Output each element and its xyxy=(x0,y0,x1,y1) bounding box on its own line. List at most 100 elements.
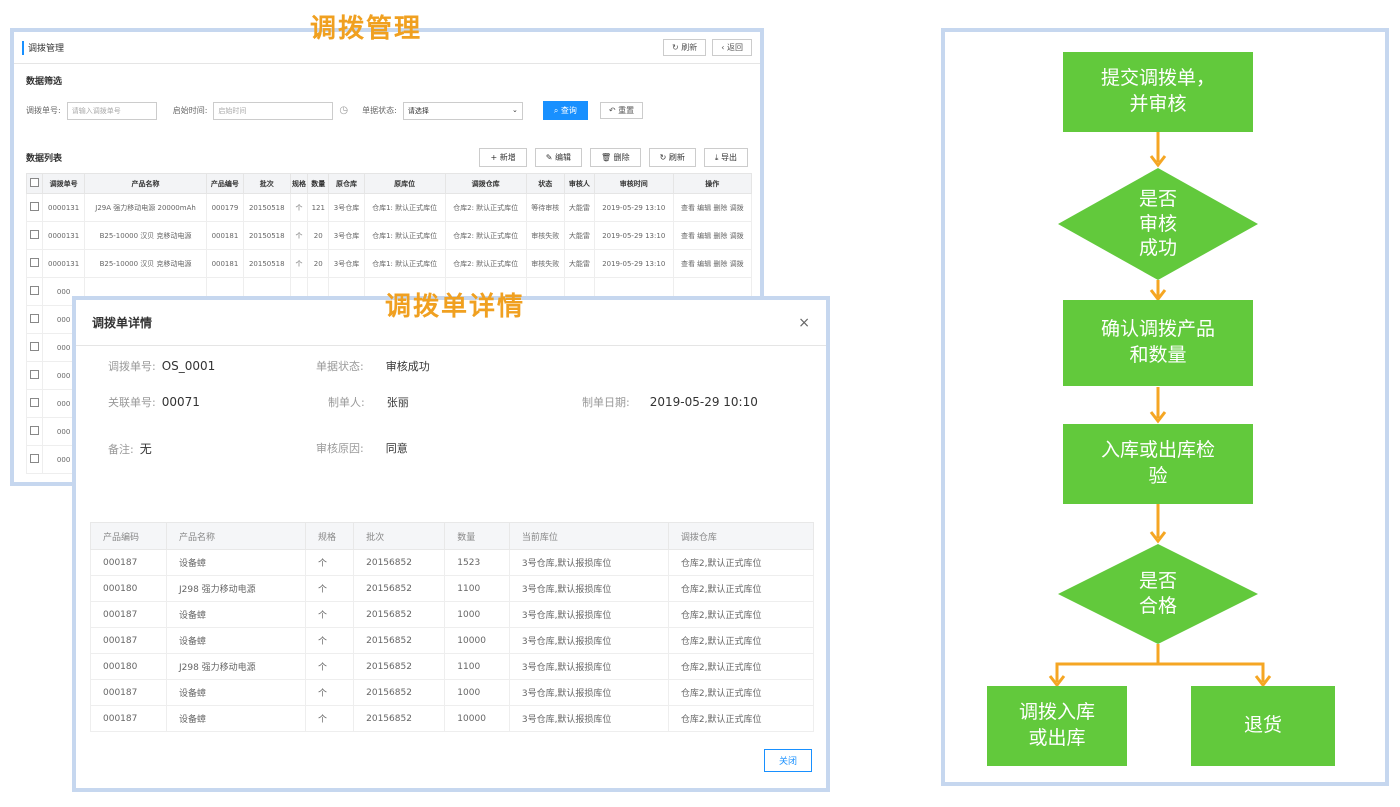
close-button[interactable]: 关闭 xyxy=(763,749,812,772)
detail-cell: 个 xyxy=(305,549,355,576)
column-header: 产品名称 xyxy=(84,173,208,194)
arrow-5-branch xyxy=(1055,662,1265,682)
row-checkbox[interactable] xyxy=(30,398,40,407)
field-maker: 制单人: 张丽 xyxy=(328,396,409,409)
row-checkbox-cell[interactable] xyxy=(25,389,44,418)
detail-row: 000187 设备蟑个 20156852 1523 3号仓库,默认报损库位 仓库2,默认正… xyxy=(90,549,815,576)
detail-cell: 000187 xyxy=(90,601,167,628)
dialog-title: 调拨单详情 xyxy=(92,316,153,330)
cell-wh: 3号仓库 xyxy=(328,221,365,250)
cell-loc: 仓库1: 默认正式库位 xyxy=(363,221,446,250)
detail-cell: 3号仓库,默认报损库位 xyxy=(508,549,669,576)
detail-cell: 3号仓库,默认报损库位 xyxy=(508,705,669,732)
back-button[interactable]: ‹ 返回 xyxy=(712,39,752,56)
cell-wh: 3号仓库 xyxy=(328,249,365,278)
table-row[interactable]: 0000131 B25-10000 汉贝 克移动电源 000181 20150518 个… xyxy=(25,249,753,278)
cell-time: 2019-05-29 13:10 xyxy=(593,193,674,222)
node-transfer-in-out: 调拨入库 或出库 xyxy=(987,686,1127,766)
detail-cell: 000187 xyxy=(90,705,167,732)
column-header: 数量 xyxy=(307,173,330,194)
cell-batch: 20150518 xyxy=(242,249,291,278)
close-icon[interactable]: × xyxy=(798,315,810,331)
cell-pcode: 000181 xyxy=(206,249,244,278)
row-checkbox[interactable] xyxy=(30,314,40,323)
column-header: 操作 xyxy=(672,173,753,194)
row-checkbox-cell[interactable] xyxy=(25,445,44,474)
row-checkbox[interactable] xyxy=(30,202,40,211)
row-checkbox[interactable] xyxy=(30,454,40,463)
detail-cell: 个 xyxy=(305,679,355,706)
detail-cell: 1523 xyxy=(444,549,510,576)
cell-time: 2019-05-29 13:10 xyxy=(593,249,674,278)
list-refresh-button[interactable]: ↻ 刷新 xyxy=(648,148,696,167)
code-label: 调拨单号: xyxy=(26,106,61,115)
row-checkbox-cell[interactable] xyxy=(25,193,44,222)
column-header: 审核人 xyxy=(563,173,595,194)
detail-cell: 3号仓库,默认报损库位 xyxy=(508,653,669,680)
flow-connectors xyxy=(1048,132,1272,688)
cell-time: 2019-05-29 13:10 xyxy=(593,221,674,250)
row-checkbox-cell[interactable] xyxy=(25,305,44,334)
row-checkbox[interactable] xyxy=(30,370,40,379)
detail-row: 000187 设备蟑个 20156852 10000 3号仓库,默认报损库位 仓库2,默认… xyxy=(90,627,815,654)
node-confirm-products: 确认调拨产品 和数量 xyxy=(1063,300,1253,386)
detail-cell: 000187 xyxy=(90,679,167,706)
cell-name: J29A 强力移动电源 20000mAh xyxy=(84,193,208,222)
clock-icon[interactable]: ◷ xyxy=(339,105,348,116)
detail-cell: 20156852 xyxy=(353,679,446,706)
refresh-button[interactable]: ↻ 刷新 xyxy=(663,39,707,56)
row-checkbox-cell[interactable] xyxy=(25,333,44,362)
code-input[interactable]: 请输入调拨单号 xyxy=(66,101,157,120)
detail-cell: 个 xyxy=(305,653,355,680)
row-checkbox[interactable] xyxy=(30,230,40,239)
delete-button[interactable]: 🗑 删除 xyxy=(589,148,641,167)
row-checkbox[interactable] xyxy=(30,258,40,267)
cell-ops[interactable]: 查看 编辑 删除 调拨 xyxy=(672,221,753,250)
title-accent-bar xyxy=(22,40,24,55)
row-checkbox[interactable] xyxy=(30,426,40,435)
row-checkbox-cell[interactable] xyxy=(25,361,44,390)
edit-button[interactable]: ✎ 编辑 xyxy=(534,148,582,167)
column-header[interactable] xyxy=(25,173,44,194)
column-header: 原仓库 xyxy=(328,173,365,194)
select-all-checkbox[interactable] xyxy=(30,178,40,187)
status-select[interactable]: 请选择 ⌄ xyxy=(402,101,523,120)
detail-cell: 仓库2,默认正式库位 xyxy=(667,549,815,576)
detail-cell: 20156852 xyxy=(353,549,446,576)
add-button[interactable]: + 新增 xyxy=(479,148,527,167)
cell-ops[interactable]: 查看 编辑 删除 调拨 xyxy=(672,249,753,278)
list-header: 数据列表 + 新增 ✎ 编辑 🗑 删除 ↻ 刷新 ⤓ 导出 xyxy=(14,134,760,173)
search-button[interactable]: ⌕ 查询 xyxy=(542,101,588,120)
column-header: 调拨单号 xyxy=(42,173,86,194)
detail-cell: 000180 xyxy=(90,575,167,602)
node-submit-transfer: 提交调拨单， 并审核 xyxy=(1063,52,1253,132)
chevron-down-icon: ⌄ xyxy=(511,105,518,114)
flowchart-panel: 提交调拨单， 并审核 是否 审核 成功 确认调拨产品 和数量 入库或出库检 验 … xyxy=(941,28,1389,786)
row-checkbox[interactable] xyxy=(30,342,40,351)
start-time-input[interactable]: 启始时间 xyxy=(213,101,334,120)
cell-code: 0000131 xyxy=(42,249,86,278)
cell-status: 审核失败 xyxy=(525,249,565,278)
detail-cell: 000180 xyxy=(90,653,167,680)
field-make-date: 制单日期: 2019-05-29 10:10 xyxy=(582,395,758,409)
field-note: 备注: 无 xyxy=(108,442,152,456)
table-row[interactable]: 0000131 J29A 强力移动电源 20000mAh 000179 2015051… xyxy=(25,193,753,222)
row-checkbox-cell[interactable] xyxy=(25,221,44,250)
cell-qty: 20 xyxy=(307,221,330,250)
row-checkbox-cell[interactable] xyxy=(25,249,44,278)
cell-target: 仓库2: 默认正式库位 xyxy=(444,249,527,278)
table-row[interactable]: 0000131 B25-10000 汉贝 克移动电源 000181 20150518 个… xyxy=(25,221,753,250)
export-button[interactable]: ⤓ 导出 xyxy=(703,148,748,167)
row-checkbox-cell[interactable] xyxy=(25,417,44,446)
detail-cell: 1100 xyxy=(444,653,510,680)
column-header: 规格 xyxy=(289,173,309,194)
detail-row: 000180 J298 强力移动电源个 20156852 1100 3号仓库,默认报损库… xyxy=(90,653,815,680)
row-checkbox-cell[interactable] xyxy=(25,277,44,306)
cell-spec: 个 xyxy=(289,249,309,278)
cell-loc: 仓库1: 默认正式库位 xyxy=(363,193,446,222)
cell-spec: 个 xyxy=(289,193,309,222)
row-checkbox[interactable] xyxy=(30,286,40,295)
reset-button[interactable]: ↶ 重置 xyxy=(599,102,644,119)
caption-transfer-management: 调拨管理 xyxy=(310,14,423,44)
cell-ops[interactable]: 查看 编辑 删除 调拨 xyxy=(672,193,753,222)
